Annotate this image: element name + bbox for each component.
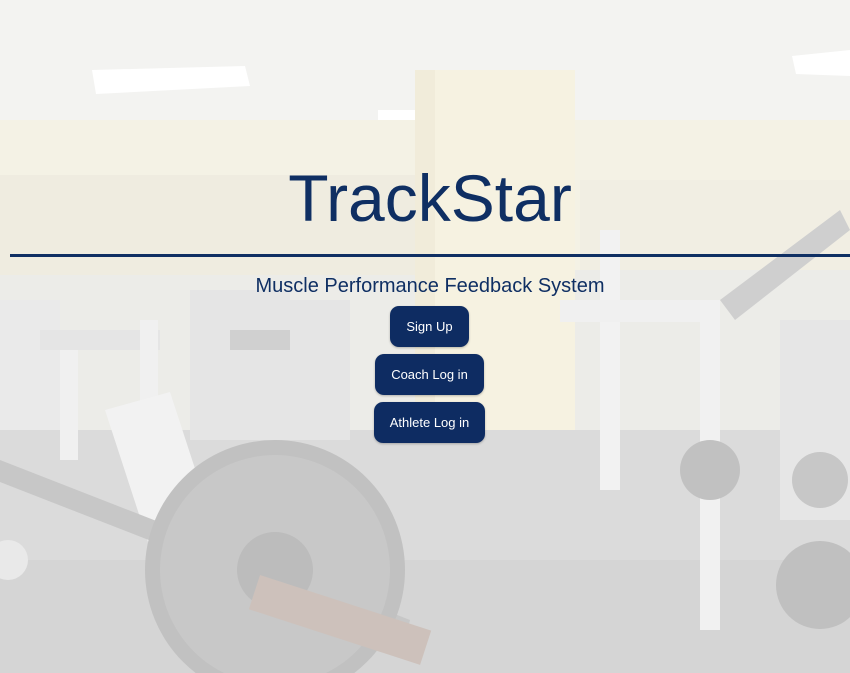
landing-page: TrackStar Muscle Performance Feedback Sy… bbox=[0, 0, 850, 673]
page-title: TrackStar bbox=[288, 161, 572, 235]
sign-up-button[interactable]: Sign Up bbox=[390, 306, 469, 347]
title-divider bbox=[10, 254, 850, 257]
athlete-login-button[interactable]: Athlete Log in bbox=[374, 402, 485, 443]
page-subtitle: Muscle Performance Feedback System bbox=[255, 275, 605, 297]
coach-login-button[interactable]: Coach Log in bbox=[375, 354, 484, 395]
